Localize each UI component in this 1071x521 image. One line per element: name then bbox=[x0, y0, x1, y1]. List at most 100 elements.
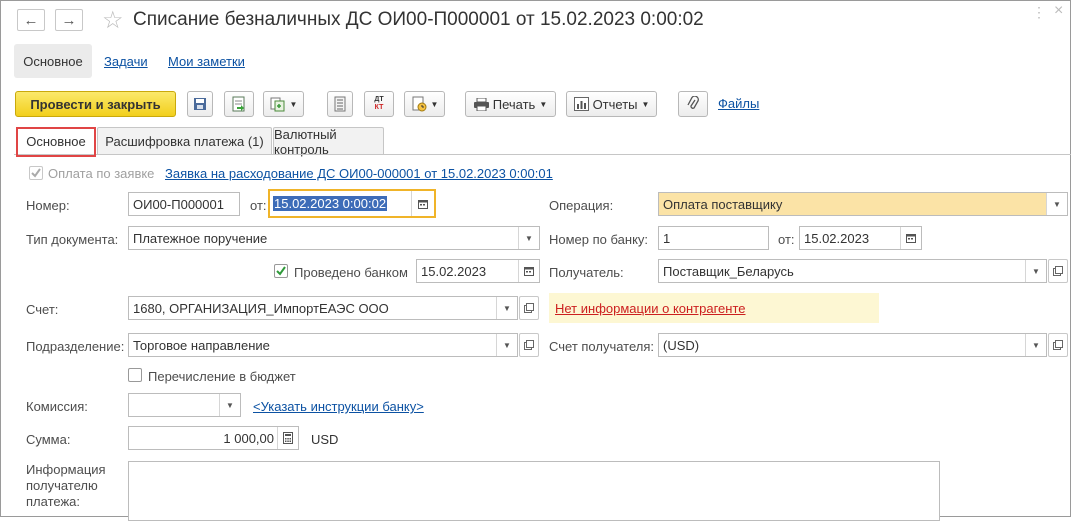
arrow-right-icon: → bbox=[61, 11, 77, 29]
recipient-account-label: Счет получателя: bbox=[549, 339, 655, 354]
recipient-account-dropdown-button[interactable]: ▼ bbox=[1025, 334, 1046, 356]
pay-by-request-checkbox[interactable] bbox=[29, 166, 43, 180]
post-button[interactable] bbox=[224, 91, 254, 117]
files-link[interactable]: Файлы bbox=[718, 96, 759, 111]
account-field[interactable]: 1680, ОРГАНИЗАЦИЯ_ИмпортЕАЭС ООО ▼ bbox=[128, 296, 518, 320]
bank-posted-date-field[interactable]: 15.02.2023 bbox=[416, 259, 540, 283]
tab-payment-details[interactable]: Расшифровка платежа (1) bbox=[97, 127, 272, 155]
account-dropdown-button[interactable]: ▼ bbox=[496, 297, 517, 319]
date-field[interactable]: 15.02.2023 0:00:02 bbox=[268, 189, 436, 218]
bank-posted-checkbox[interactable] bbox=[274, 264, 288, 278]
attach-file-button[interactable] bbox=[678, 91, 708, 117]
post-and-close-label: Провести и закрыть bbox=[30, 96, 161, 112]
commission-dropdown-button[interactable]: ▼ bbox=[219, 394, 240, 416]
bank-date-field[interactable]: 15.02.2023 bbox=[799, 226, 922, 250]
request-link[interactable]: Заявка на расходование ДС ОИ00-000001 от… bbox=[165, 166, 553, 181]
sum-field[interactable]: 1 000,00 bbox=[128, 426, 299, 450]
back-button[interactable]: ← bbox=[17, 9, 45, 31]
document-clock-icon bbox=[412, 96, 427, 112]
operation-value: Оплата поставщику bbox=[663, 196, 783, 212]
print-button[interactable]: Печать ▼ bbox=[465, 91, 556, 117]
recipient-dropdown-button[interactable]: ▼ bbox=[1025, 260, 1046, 282]
account-label: Счет: bbox=[26, 302, 59, 317]
budget-transfer-label: Перечисление в бюджет bbox=[148, 369, 296, 384]
tab-currency-control[interactable]: Валютный контроль bbox=[273, 126, 384, 157]
close-icon[interactable]: × bbox=[1054, 2, 1063, 20]
chevron-down-icon: ▼ bbox=[430, 99, 439, 109]
chevron-down-icon: ▼ bbox=[525, 233, 533, 243]
commission-field[interactable]: ▼ bbox=[128, 393, 241, 417]
dt-kt-button[interactable]: ДТ КТ bbox=[364, 91, 394, 117]
open-form-icon bbox=[524, 303, 534, 313]
bank-instructions-link[interactable]: <Указать инструкции банку> bbox=[253, 399, 424, 414]
tab-divider bbox=[14, 154, 1071, 155]
chevron-down-icon: ▼ bbox=[539, 99, 548, 109]
reports-button[interactable]: Отчеты ▼ bbox=[566, 91, 657, 117]
recipient-account-open-button[interactable] bbox=[1048, 333, 1068, 357]
division-dropdown-button[interactable]: ▼ bbox=[496, 334, 517, 356]
calendar-icon bbox=[418, 199, 428, 209]
date-value: 15.02.2023 0:00:02 bbox=[273, 196, 388, 211]
chevron-down-icon: ▼ bbox=[289, 99, 298, 109]
number-label: Номер: bbox=[26, 198, 70, 213]
forward-button[interactable]: → bbox=[55, 9, 83, 31]
recipient-info-label-line3: платежа: bbox=[26, 494, 80, 509]
sum-value: 1 000,00 bbox=[223, 430, 274, 446]
division-open-button[interactable] bbox=[519, 333, 539, 357]
chevron-down-icon: ▼ bbox=[1032, 340, 1040, 350]
account-open-button[interactable] bbox=[519, 296, 539, 320]
nav-main[interactable]: Основное bbox=[14, 44, 92, 78]
recipient-info-label-line2: получателю bbox=[26, 478, 98, 493]
highlight-frame bbox=[16, 127, 96, 157]
commission-label: Комиссия: bbox=[26, 399, 88, 414]
no-counterparty-info-link[interactable]: Нет информации о контрагенте bbox=[555, 301, 746, 316]
register-button[interactable] bbox=[327, 91, 353, 117]
post-and-close-button[interactable]: Провести и закрыть bbox=[15, 91, 176, 117]
nav-tasks-link[interactable]: Задачи bbox=[104, 54, 148, 69]
chevron-down-icon: ▼ bbox=[641, 99, 650, 109]
calendar-button[interactable] bbox=[900, 227, 921, 249]
operation-field[interactable]: Оплата поставщику ▼ bbox=[658, 192, 1068, 216]
chevron-down-icon: ▼ bbox=[503, 340, 511, 350]
create-based-icon bbox=[270, 97, 285, 112]
bank-number-value: 1 bbox=[663, 230, 671, 246]
chevron-down-icon: ▼ bbox=[226, 400, 234, 410]
favorite-star-icon[interactable]: ☆ bbox=[102, 6, 124, 35]
recipient-account-field[interactable]: (USD) ▼ bbox=[658, 333, 1047, 357]
division-field[interactable]: Торговое направление ▼ bbox=[128, 333, 518, 357]
doctype-dropdown-button[interactable]: ▼ bbox=[518, 227, 539, 249]
recipient-value: Поставщик_Беларусь bbox=[663, 263, 794, 279]
dt-kt-icon-bottom: КТ bbox=[374, 104, 384, 111]
more-icon[interactable]: ⋮ bbox=[1032, 4, 1046, 21]
calendar-button[interactable] bbox=[518, 260, 539, 282]
nav-main-label: Основное bbox=[23, 53, 83, 69]
recipient-field[interactable]: Поставщик_Беларусь ▼ bbox=[658, 259, 1047, 283]
list-icon bbox=[334, 96, 346, 112]
operation-label: Операция: bbox=[549, 198, 614, 213]
budget-transfer-checkbox[interactable] bbox=[128, 368, 142, 382]
nav-notes-link[interactable]: Мои заметки bbox=[168, 54, 245, 69]
calculator-button[interactable] bbox=[277, 427, 298, 449]
doctype-field[interactable]: Платежное поручение ▼ bbox=[128, 226, 540, 250]
doctype-label: Тип документа: bbox=[26, 232, 119, 247]
number-value: ОИ00-П000001 bbox=[133, 196, 224, 212]
post-document-icon bbox=[232, 96, 245, 112]
tab-currency-control-label: Валютный контроль bbox=[274, 126, 337, 157]
recipient-info-label: Информация получателю платежа: bbox=[26, 462, 106, 510]
create-based-on-button[interactable]: ▼ bbox=[263, 91, 304, 117]
attachments-menu-button[interactable]: ▼ bbox=[404, 91, 445, 117]
calendar-button[interactable] bbox=[411, 191, 434, 216]
bank-posted-date-value: 15.02.2023 bbox=[421, 263, 487, 279]
printer-icon bbox=[473, 97, 489, 111]
recipient-info-textarea[interactable] bbox=[128, 461, 940, 521]
calendar-icon bbox=[906, 234, 916, 243]
operation-dropdown-button[interactable]: ▼ bbox=[1046, 193, 1067, 215]
bank-number-field[interactable]: 1 bbox=[658, 226, 769, 250]
save-button[interactable] bbox=[187, 91, 213, 117]
page-title: Списание безналичных ДС ОИ00-П000001 от … bbox=[133, 9, 704, 30]
bank-from-label: от: bbox=[778, 232, 795, 247]
number-field[interactable]: ОИ00-П000001 bbox=[128, 192, 240, 216]
sum-label: Сумма: bbox=[26, 432, 71, 447]
recipient-open-button[interactable] bbox=[1048, 259, 1068, 283]
open-form-icon bbox=[1053, 340, 1063, 350]
